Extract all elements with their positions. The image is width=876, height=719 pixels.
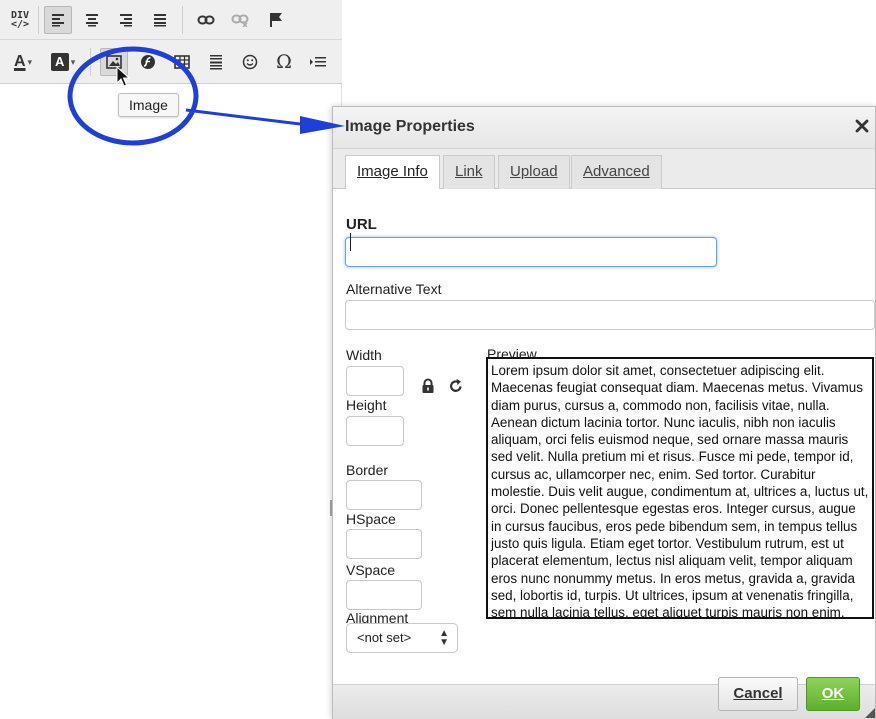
dialog-header[interactable]: Image Properties [333,107,875,149]
flash-icon [141,55,155,69]
flash-button[interactable] [134,48,162,76]
toolbar-separator [90,48,91,76]
dialog-tab-bar: Image Info Link Upload Advanced [333,149,875,190]
preview-text: Lorem ipsum dolor sit amet, consectetuer… [491,363,869,619]
vspace-input[interactable] [346,580,422,610]
special-char-button[interactable]: Ω [270,48,298,76]
tab-advanced[interactable]: Advanced [571,155,662,189]
height-label: Height [346,397,387,413]
page-break-button[interactable] [304,48,332,76]
cancel-button[interactable]: Cancel [718,677,798,711]
dialog-edge-marker [330,500,332,516]
toolbar-row-1: DIV </> [0,0,342,40]
caret-down-icon: ▾ [27,56,33,67]
table-button[interactable] [168,48,196,76]
lock-icon[interactable] [421,378,435,394]
text-cursor [350,233,351,251]
align-left-button[interactable] [44,6,72,34]
alternative-text-label: Alternative Text [346,281,442,297]
align-center-icon [86,14,98,27]
link-icon [197,15,215,25]
hspace-label: HSpace [346,511,396,527]
smiley-button[interactable] [236,48,264,76]
div-label-bottom: </> [10,19,30,30]
close-icon[interactable] [855,115,869,138]
border-input[interactable] [346,480,422,510]
page-break-icon [310,57,326,67]
vspace-label: VSpace [346,562,396,578]
height-input[interactable] [346,416,404,446]
alignment-select-value: <not set> [357,630,412,645]
horizontal-rule-icon [210,55,222,70]
tab-image-info[interactable]: Image Info [345,155,440,190]
unlink-button[interactable] [226,6,254,34]
tab-link[interactable]: Link [443,155,495,189]
unlink-icon [231,14,249,27]
align-center-button[interactable] [78,6,106,34]
width-label: Width [346,347,382,363]
text-color-button[interactable]: A ▾ [6,48,40,76]
caret-down-icon: ▾ [70,56,76,67]
select-arrows-icon: ▲ ▼ [439,628,449,648]
toolbar-separator [38,6,39,34]
background-color-button[interactable]: A ▾ [46,48,80,76]
alignment-select[interactable]: <not set> ▲ ▼ [346,623,458,653]
toolbar-row-2: A ▾ A ▾ Ω [0,40,342,84]
justify-icon [154,14,166,27]
show-blocks-button[interactable]: DIV </> [6,6,34,34]
text-color-label: A [13,53,26,70]
background-color-label: A [50,53,69,71]
resize-grip-icon[interactable] [865,708,875,718]
align-left-icon [52,14,64,27]
align-right-icon [120,14,132,27]
anchor-button[interactable] [262,6,290,34]
alternative-text-input[interactable] [345,300,875,330]
width-input[interactable] [346,366,404,396]
image-tooltip: Image [118,93,179,117]
link-button[interactable] [192,6,220,34]
omega-icon: Ω [276,51,292,73]
toolbar-separator [182,6,183,34]
table-icon [174,55,190,69]
flag-icon [270,13,282,27]
hspace-input[interactable] [346,529,422,559]
dialog-title: Image Properties [345,118,475,135]
url-label: URL [346,216,377,233]
url-input[interactable] [345,237,717,267]
reset-size-icon[interactable] [449,378,463,394]
smiley-icon [242,54,258,70]
horizontal-rule-button[interactable] [202,48,230,76]
tab-upload[interactable]: Upload [498,155,570,189]
justify-button[interactable] [146,6,174,34]
preview-box: Lorem ipsum dolor sit amet, consectetuer… [486,357,874,619]
ok-button[interactable]: OK [806,677,860,711]
border-label: Border [346,462,389,478]
editor-toolbar: DIV </> A ▾ A ▾ Ω [0,0,342,165]
mouse-pointer-icon [116,66,130,87]
align-right-button[interactable] [112,6,140,34]
